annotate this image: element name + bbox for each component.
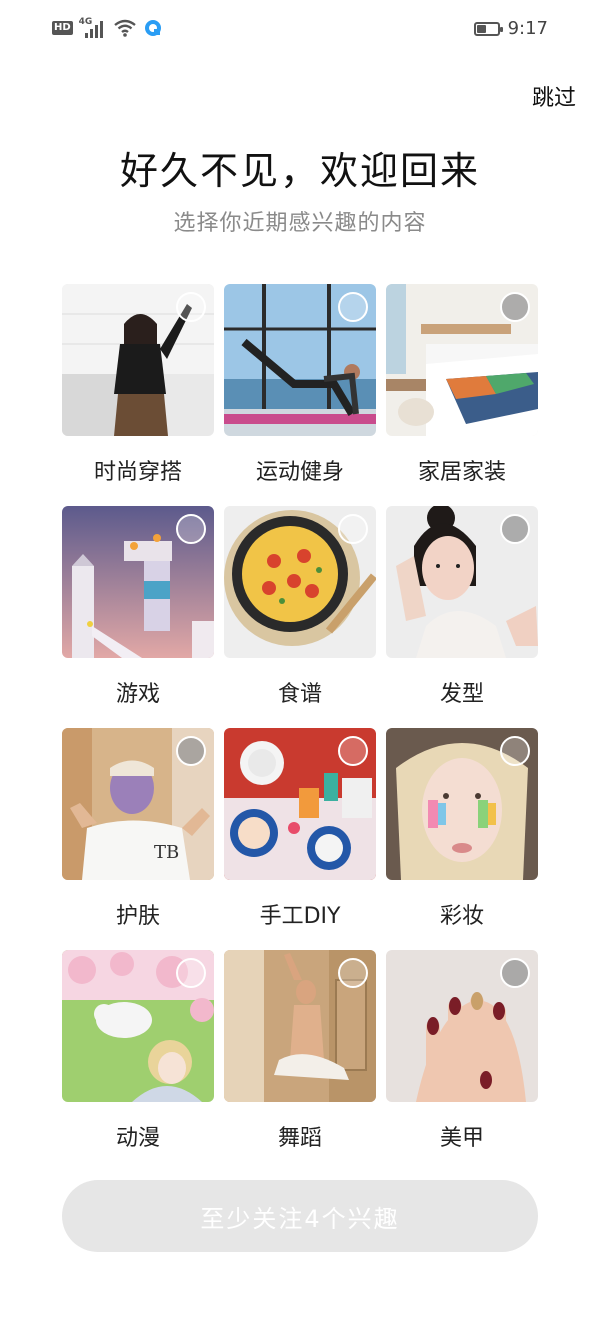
interest-tile-diy[interactable]: 手工DIY [224, 728, 376, 930]
interest-tile-recipes[interactable]: 食谱 [224, 506, 376, 708]
interest-tile-fitness[interactable]: 运动健身 [224, 284, 376, 486]
interest-tile-home-decor[interactable]: 家居家装 [386, 284, 538, 486]
svg-text:TB: TB [154, 842, 179, 863]
interest-label: 动漫 [115, 1126, 160, 1151]
page-title: 好久不见，欢迎回来 [119, 149, 480, 193]
interest-image-recipes [224, 506, 376, 658]
interest-label: 发型 [439, 682, 484, 707]
app-notification-icon [144, 20, 161, 36]
status-time: 9:17 [507, 18, 548, 39]
interest-label: 彩妆 [439, 904, 484, 929]
interest-label: 美甲 [439, 1126, 484, 1151]
interest-label: 手工DIY [259, 904, 341, 929]
interest-label: 运动健身 [255, 460, 344, 485]
interest-image-nails [386, 950, 538, 1102]
interest-tile-nails[interactable]: 美甲 [386, 950, 538, 1152]
interest-tile-makeup[interactable]: 彩妆 [386, 728, 538, 930]
select-circle [338, 736, 368, 766]
interest-label: 游戏 [115, 682, 160, 707]
interest-image-dance [224, 950, 376, 1102]
interest-label: 食谱 [277, 682, 322, 707]
battery-icon [473, 21, 503, 36]
status-right: 9:17 [473, 18, 548, 39]
interest-tile-hairstyle[interactable]: 发型 [386, 506, 538, 708]
interest-image-hairstyle [386, 506, 538, 658]
interest-image-anime [62, 950, 214, 1102]
follow-interests-button[interactable]: 至少关注4个兴趣 [62, 1180, 538, 1252]
hd-icon: HD [52, 21, 73, 35]
interest-image-fashion [62, 284, 214, 436]
interest-tile-games[interactable]: 游戏 [62, 506, 214, 708]
select-circle [500, 958, 530, 988]
select-circle [176, 736, 206, 766]
interest-label: 时尚穿搭 [93, 460, 182, 485]
interest-label: 家居家装 [417, 460, 506, 485]
select-circle [338, 514, 368, 544]
interest-label: 护肤 [115, 904, 160, 929]
select-circle [500, 514, 530, 544]
status-left: HD 4G [52, 17, 163, 38]
page-subtitle: 选择你近期感兴趣的内容 [173, 211, 427, 236]
interest-image-home-decor [386, 284, 538, 436]
select-circle [500, 736, 530, 766]
interest-tile-fashion[interactable]: 时尚穿搭 [62, 284, 214, 486]
interest-image-makeup [386, 728, 538, 880]
status-bar: HD 4G 9:17 [0, 0, 600, 58]
skip-button[interactable]: 跳过 [532, 80, 576, 112]
select-circle [176, 958, 206, 988]
interest-image-skincare: TB [62, 728, 214, 880]
select-circle [176, 514, 206, 544]
select-circle [500, 292, 530, 322]
select-circle [338, 958, 368, 988]
interest-image-diy [224, 728, 376, 880]
interest-tile-skincare[interactable]: TB 护肤 [62, 728, 214, 930]
interest-image-games [62, 506, 214, 658]
select-circle [338, 292, 368, 322]
interest-tile-dance[interactable]: 舞蹈 [224, 950, 376, 1152]
wifi-icon [113, 19, 136, 37]
interest-label: 舞蹈 [277, 1126, 322, 1151]
interest-image-fitness [224, 284, 376, 436]
select-circle [176, 292, 206, 322]
interest-tile-anime[interactable]: 动漫 [62, 950, 214, 1152]
signal-icon: 4G [79, 17, 107, 38]
